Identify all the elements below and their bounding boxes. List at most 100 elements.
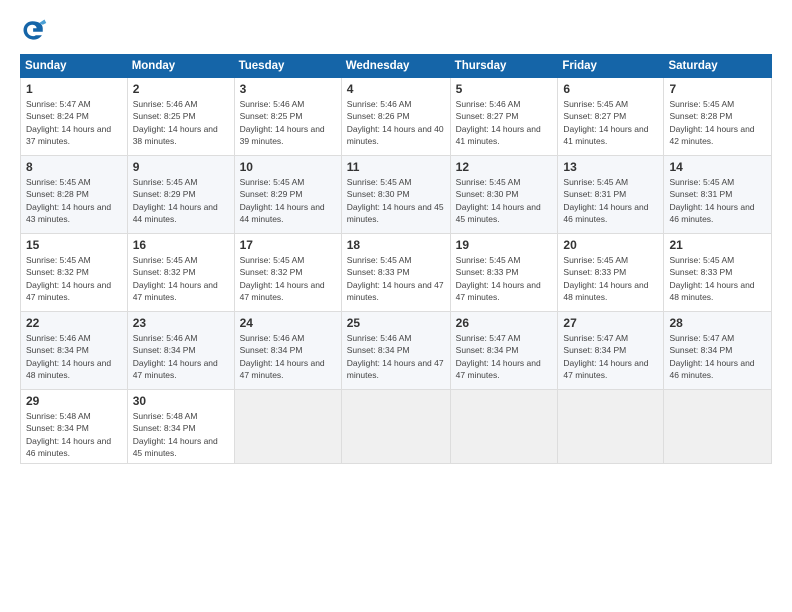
calendar-cell: 1 Sunrise: 5:47 AMSunset: 8:24 PMDayligh… <box>21 78 128 156</box>
weekday-header: Friday <box>558 55 664 78</box>
calendar-cell: 22 Sunrise: 5:46 AMSunset: 8:34 PMDaylig… <box>21 312 128 390</box>
day-info: Sunrise: 5:48 AMSunset: 8:34 PMDaylight:… <box>133 411 218 458</box>
day-number: 25 <box>347 316 445 330</box>
calendar-cell <box>341 390 450 464</box>
day-number: 29 <box>26 394 122 408</box>
calendar-cell: 15 Sunrise: 5:45 AMSunset: 8:32 PMDaylig… <box>21 234 128 312</box>
day-number: 10 <box>240 160 336 174</box>
calendar-cell: 30 Sunrise: 5:48 AMSunset: 8:34 PMDaylig… <box>127 390 234 464</box>
day-info: Sunrise: 5:46 AMSunset: 8:34 PMDaylight:… <box>133 333 218 380</box>
calendar-cell: 12 Sunrise: 5:45 AMSunset: 8:30 PMDaylig… <box>450 156 558 234</box>
calendar-cell: 13 Sunrise: 5:45 AMSunset: 8:31 PMDaylig… <box>558 156 664 234</box>
day-info: Sunrise: 5:46 AMSunset: 8:27 PMDaylight:… <box>456 99 541 146</box>
calendar-cell: 25 Sunrise: 5:46 AMSunset: 8:34 PMDaylig… <box>341 312 450 390</box>
logo-icon <box>20 16 48 44</box>
weekday-header: Wednesday <box>341 55 450 78</box>
day-info: Sunrise: 5:45 AMSunset: 8:31 PMDaylight:… <box>563 177 648 224</box>
day-info: Sunrise: 5:45 AMSunset: 8:29 PMDaylight:… <box>133 177 218 224</box>
day-info: Sunrise: 5:45 AMSunset: 8:32 PMDaylight:… <box>26 255 111 302</box>
calendar-cell: 11 Sunrise: 5:45 AMSunset: 8:30 PMDaylig… <box>341 156 450 234</box>
header <box>20 16 772 44</box>
day-info: Sunrise: 5:47 AMSunset: 8:24 PMDaylight:… <box>26 99 111 146</box>
day-number: 2 <box>133 82 229 96</box>
calendar-week-row: 22 Sunrise: 5:46 AMSunset: 8:34 PMDaylig… <box>21 312 772 390</box>
day-info: Sunrise: 5:45 AMSunset: 8:33 PMDaylight:… <box>347 255 444 302</box>
day-info: Sunrise: 5:46 AMSunset: 8:26 PMDaylight:… <box>347 99 444 146</box>
weekday-header: Tuesday <box>234 55 341 78</box>
calendar-cell: 20 Sunrise: 5:45 AMSunset: 8:33 PMDaylig… <box>558 234 664 312</box>
day-info: Sunrise: 5:46 AMSunset: 8:34 PMDaylight:… <box>240 333 325 380</box>
day-number: 22 <box>26 316 122 330</box>
day-number: 16 <box>133 238 229 252</box>
day-number: 12 <box>456 160 553 174</box>
calendar-table: SundayMondayTuesdayWednesdayThursdayFrid… <box>20 54 772 464</box>
calendar-cell: 29 Sunrise: 5:48 AMSunset: 8:34 PMDaylig… <box>21 390 128 464</box>
day-info: Sunrise: 5:46 AMSunset: 8:25 PMDaylight:… <box>240 99 325 146</box>
day-number: 20 <box>563 238 658 252</box>
day-info: Sunrise: 5:45 AMSunset: 8:33 PMDaylight:… <box>563 255 648 302</box>
calendar-cell: 8 Sunrise: 5:45 AMSunset: 8:28 PMDayligh… <box>21 156 128 234</box>
day-number: 13 <box>563 160 658 174</box>
day-info: Sunrise: 5:45 AMSunset: 8:33 PMDaylight:… <box>669 255 754 302</box>
day-number: 8 <box>26 160 122 174</box>
day-info: Sunrise: 5:45 AMSunset: 8:30 PMDaylight:… <box>347 177 444 224</box>
calendar-cell: 6 Sunrise: 5:45 AMSunset: 8:27 PMDayligh… <box>558 78 664 156</box>
calendar-cell: 4 Sunrise: 5:46 AMSunset: 8:26 PMDayligh… <box>341 78 450 156</box>
day-info: Sunrise: 5:45 AMSunset: 8:28 PMDaylight:… <box>26 177 111 224</box>
day-info: Sunrise: 5:46 AMSunset: 8:34 PMDaylight:… <box>347 333 444 380</box>
calendar-cell: 24 Sunrise: 5:46 AMSunset: 8:34 PMDaylig… <box>234 312 341 390</box>
day-number: 3 <box>240 82 336 96</box>
calendar-cell: 2 Sunrise: 5:46 AMSunset: 8:25 PMDayligh… <box>127 78 234 156</box>
day-info: Sunrise: 5:46 AMSunset: 8:25 PMDaylight:… <box>133 99 218 146</box>
day-number: 19 <box>456 238 553 252</box>
weekday-header-row: SundayMondayTuesdayWednesdayThursdayFrid… <box>21 55 772 78</box>
day-number: 9 <box>133 160 229 174</box>
calendar-week-row: 15 Sunrise: 5:45 AMSunset: 8:32 PMDaylig… <box>21 234 772 312</box>
day-number: 23 <box>133 316 229 330</box>
calendar-cell: 17 Sunrise: 5:45 AMSunset: 8:32 PMDaylig… <box>234 234 341 312</box>
logo <box>20 16 52 44</box>
day-info: Sunrise: 5:45 AMSunset: 8:28 PMDaylight:… <box>669 99 754 146</box>
day-info: Sunrise: 5:45 AMSunset: 8:30 PMDaylight:… <box>456 177 541 224</box>
day-number: 6 <box>563 82 658 96</box>
day-number: 4 <box>347 82 445 96</box>
day-info: Sunrise: 5:45 AMSunset: 8:31 PMDaylight:… <box>669 177 754 224</box>
day-number: 7 <box>669 82 766 96</box>
day-info: Sunrise: 5:48 AMSunset: 8:34 PMDaylight:… <box>26 411 111 458</box>
calendar-page: SundayMondayTuesdayWednesdayThursdayFrid… <box>0 0 792 612</box>
calendar-cell <box>558 390 664 464</box>
day-number: 14 <box>669 160 766 174</box>
day-number: 18 <box>347 238 445 252</box>
day-number: 26 <box>456 316 553 330</box>
calendar-week-row: 8 Sunrise: 5:45 AMSunset: 8:28 PMDayligh… <box>21 156 772 234</box>
day-info: Sunrise: 5:45 AMSunset: 8:33 PMDaylight:… <box>456 255 541 302</box>
day-info: Sunrise: 5:45 AMSunset: 8:32 PMDaylight:… <box>240 255 325 302</box>
calendar-cell: 27 Sunrise: 5:47 AMSunset: 8:34 PMDaylig… <box>558 312 664 390</box>
calendar-cell: 16 Sunrise: 5:45 AMSunset: 8:32 PMDaylig… <box>127 234 234 312</box>
day-number: 17 <box>240 238 336 252</box>
day-info: Sunrise: 5:47 AMSunset: 8:34 PMDaylight:… <box>563 333 648 380</box>
calendar-cell: 18 Sunrise: 5:45 AMSunset: 8:33 PMDaylig… <box>341 234 450 312</box>
calendar-cell: 28 Sunrise: 5:47 AMSunset: 8:34 PMDaylig… <box>664 312 772 390</box>
calendar-week-row: 29 Sunrise: 5:48 AMSunset: 8:34 PMDaylig… <box>21 390 772 464</box>
day-info: Sunrise: 5:47 AMSunset: 8:34 PMDaylight:… <box>456 333 541 380</box>
day-number: 24 <box>240 316 336 330</box>
day-info: Sunrise: 5:47 AMSunset: 8:34 PMDaylight:… <box>669 333 754 380</box>
calendar-cell: 10 Sunrise: 5:45 AMSunset: 8:29 PMDaylig… <box>234 156 341 234</box>
day-info: Sunrise: 5:45 AMSunset: 8:29 PMDaylight:… <box>240 177 325 224</box>
calendar-cell: 19 Sunrise: 5:45 AMSunset: 8:33 PMDaylig… <box>450 234 558 312</box>
calendar-cell: 3 Sunrise: 5:46 AMSunset: 8:25 PMDayligh… <box>234 78 341 156</box>
weekday-header: Sunday <box>21 55 128 78</box>
calendar-cell: 9 Sunrise: 5:45 AMSunset: 8:29 PMDayligh… <box>127 156 234 234</box>
calendar-cell: 21 Sunrise: 5:45 AMSunset: 8:33 PMDaylig… <box>664 234 772 312</box>
calendar-cell <box>450 390 558 464</box>
day-info: Sunrise: 5:45 AMSunset: 8:27 PMDaylight:… <box>563 99 648 146</box>
day-number: 5 <box>456 82 553 96</box>
weekday-header: Thursday <box>450 55 558 78</box>
day-number: 28 <box>669 316 766 330</box>
day-number: 30 <box>133 394 229 408</box>
day-number: 11 <box>347 160 445 174</box>
calendar-cell: 5 Sunrise: 5:46 AMSunset: 8:27 PMDayligh… <box>450 78 558 156</box>
calendar-cell: 23 Sunrise: 5:46 AMSunset: 8:34 PMDaylig… <box>127 312 234 390</box>
calendar-cell: 26 Sunrise: 5:47 AMSunset: 8:34 PMDaylig… <box>450 312 558 390</box>
